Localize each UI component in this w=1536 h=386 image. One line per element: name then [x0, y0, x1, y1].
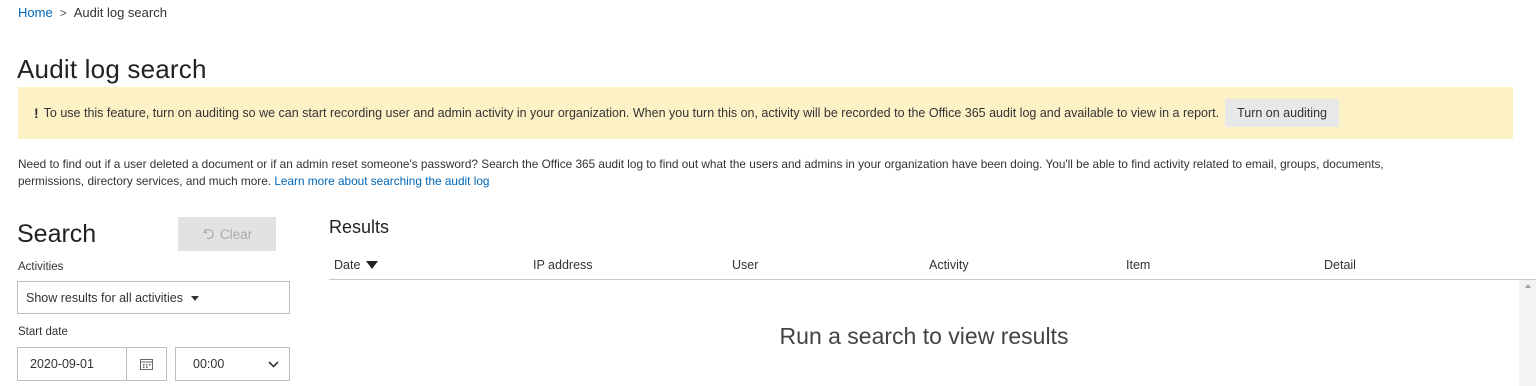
results-scrollbar[interactable] [1519, 280, 1536, 386]
column-date-label: Date [334, 258, 361, 272]
caret-down-icon [191, 295, 200, 301]
start-date-value: 2020-09-01 [30, 357, 94, 371]
calendar-icon [140, 359, 153, 370]
intro-text: Need to find out if a user deleted a doc… [18, 156, 1533, 190]
start-date-label: Start date [18, 326, 68, 338]
column-header-ip-address: IP address [533, 258, 593, 272]
breadcrumb: Home > Audit log search [18, 5, 167, 20]
scroll-up-arrow-icon[interactable] [1525, 284, 1531, 288]
start-date-calendar-button[interactable] [126, 347, 167, 381]
activities-dropdown[interactable]: Show results for all activities [17, 281, 290, 314]
results-table-header: Date IP address User Activity Item Detai… [329, 256, 1536, 280]
start-date-input[interactable]: 2020-09-01 [17, 347, 127, 381]
breadcrumb-separator: > [59, 5, 67, 20]
banner-message: To use this feature, turn on auditing so… [43, 106, 1220, 120]
search-heading: Search [17, 220, 97, 248]
start-time-value: 00:00 [193, 357, 225, 371]
column-header-item: Item [1126, 258, 1151, 272]
learn-more-link[interactable]: Learn more about searching the audit log [274, 174, 489, 188]
start-time-select[interactable]: 00:00 [175, 347, 290, 381]
activities-label: Activities [18, 261, 64, 273]
intro-line-2: permissions, directory services, and muc… [18, 173, 1533, 190]
empty-results-message: Run a search to view results [779, 323, 1069, 349]
undo-icon [202, 228, 214, 239]
page-title: Audit log search [17, 54, 207, 84]
column-header-date[interactable]: Date [334, 258, 379, 272]
sort-descending-icon [366, 261, 379, 269]
intro-line-2-text: permissions, directory services, and muc… [18, 174, 272, 188]
results-list: Run a search to view results [329, 280, 1536, 386]
warning-icon: ! [34, 105, 39, 121]
column-header-detail: Detail [1324, 258, 1356, 272]
chevron-down-icon [268, 360, 279, 368]
breadcrumb-current: Audit log search [73, 5, 167, 20]
clear-button[interactable]: Clear [178, 217, 276, 251]
activities-dropdown-value: Show results for all activities [26, 290, 184, 305]
auditing-warning-banner: ! To use this feature, turn on auditing … [18, 87, 1513, 139]
column-header-user: User [732, 258, 759, 272]
results-heading: Results [329, 217, 390, 237]
column-header-activity: Activity [929, 258, 969, 272]
breadcrumb-home-link[interactable]: Home [18, 5, 53, 20]
intro-line-1: Need to find out if a user deleted a doc… [18, 157, 1384, 171]
turn-on-auditing-button[interactable]: Turn on auditing [1225, 99, 1339, 127]
clear-button-label: Clear [219, 226, 253, 242]
